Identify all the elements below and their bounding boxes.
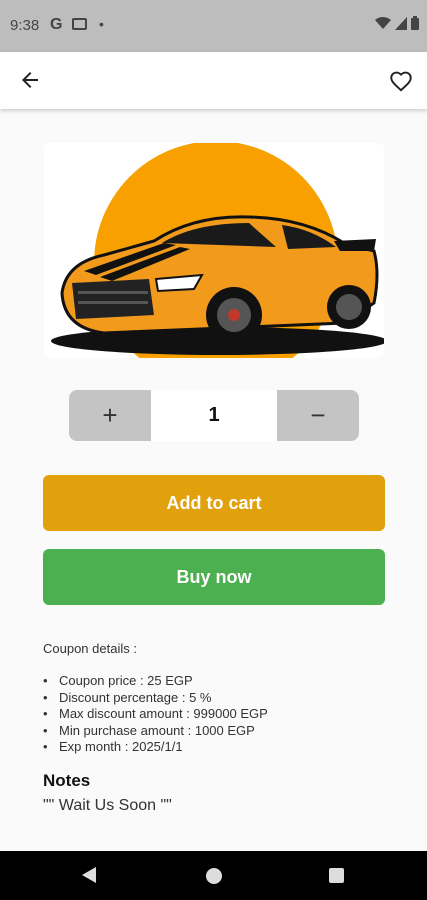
car-illustration <box>51 143 384 358</box>
quantity-stepper: + 1 − <box>69 390 359 441</box>
notes-title: Notes <box>43 771 91 790</box>
wifi-icon <box>375 17 391 29</box>
decrease-button[interactable]: − <box>277 390 359 441</box>
add-to-cart-button[interactable]: Add to cart <box>43 475 385 531</box>
system-navigation-bar <box>0 851 427 900</box>
nav-recents-icon[interactable] <box>329 868 344 883</box>
increase-button[interactable]: + <box>69 390 151 441</box>
coupon-item: • Coupon price : 25 EGP <box>43 673 193 688</box>
quantity-value: 1 <box>151 390 277 441</box>
coupon-item: • Max discount amount : 999000 EGP <box>43 706 268 721</box>
nav-back-icon[interactable] <box>82 867 96 883</box>
notes-text: "" Wait Us Soon "" <box>43 797 172 814</box>
nav-home-icon[interactable] <box>206 868 222 884</box>
product-image <box>44 143 384 358</box>
battery-icon <box>411 16 419 30</box>
buy-now-button[interactable]: Buy now <box>43 549 385 605</box>
coupon-item: • Discount percentage : 5 % <box>43 689 212 705</box>
status-bar: 9:38 G • <box>0 0 427 52</box>
favorite-heart-icon[interactable] <box>388 68 414 94</box>
cell-signal-icon <box>395 16 407 30</box>
notification-dot: • <box>99 16 104 32</box>
app-bar <box>0 52 427 109</box>
back-arrow-icon[interactable] <box>18 68 42 92</box>
coupon-details-list: • Coupon price : 25 EGP • Discount percent… <box>43 673 268 756</box>
coupon-details-title: Coupon details : <box>43 641 137 656</box>
status-icons <box>375 16 419 30</box>
coupon-item: • Min purchase amount : 1000 EGP <box>43 722 255 738</box>
gallery-notification-icon <box>72 18 87 30</box>
coupon-item: • Exp month : 2025/1/1 <box>43 739 183 754</box>
status-time: 9:38 <box>10 17 40 34</box>
google-icon: G <box>50 16 63 33</box>
